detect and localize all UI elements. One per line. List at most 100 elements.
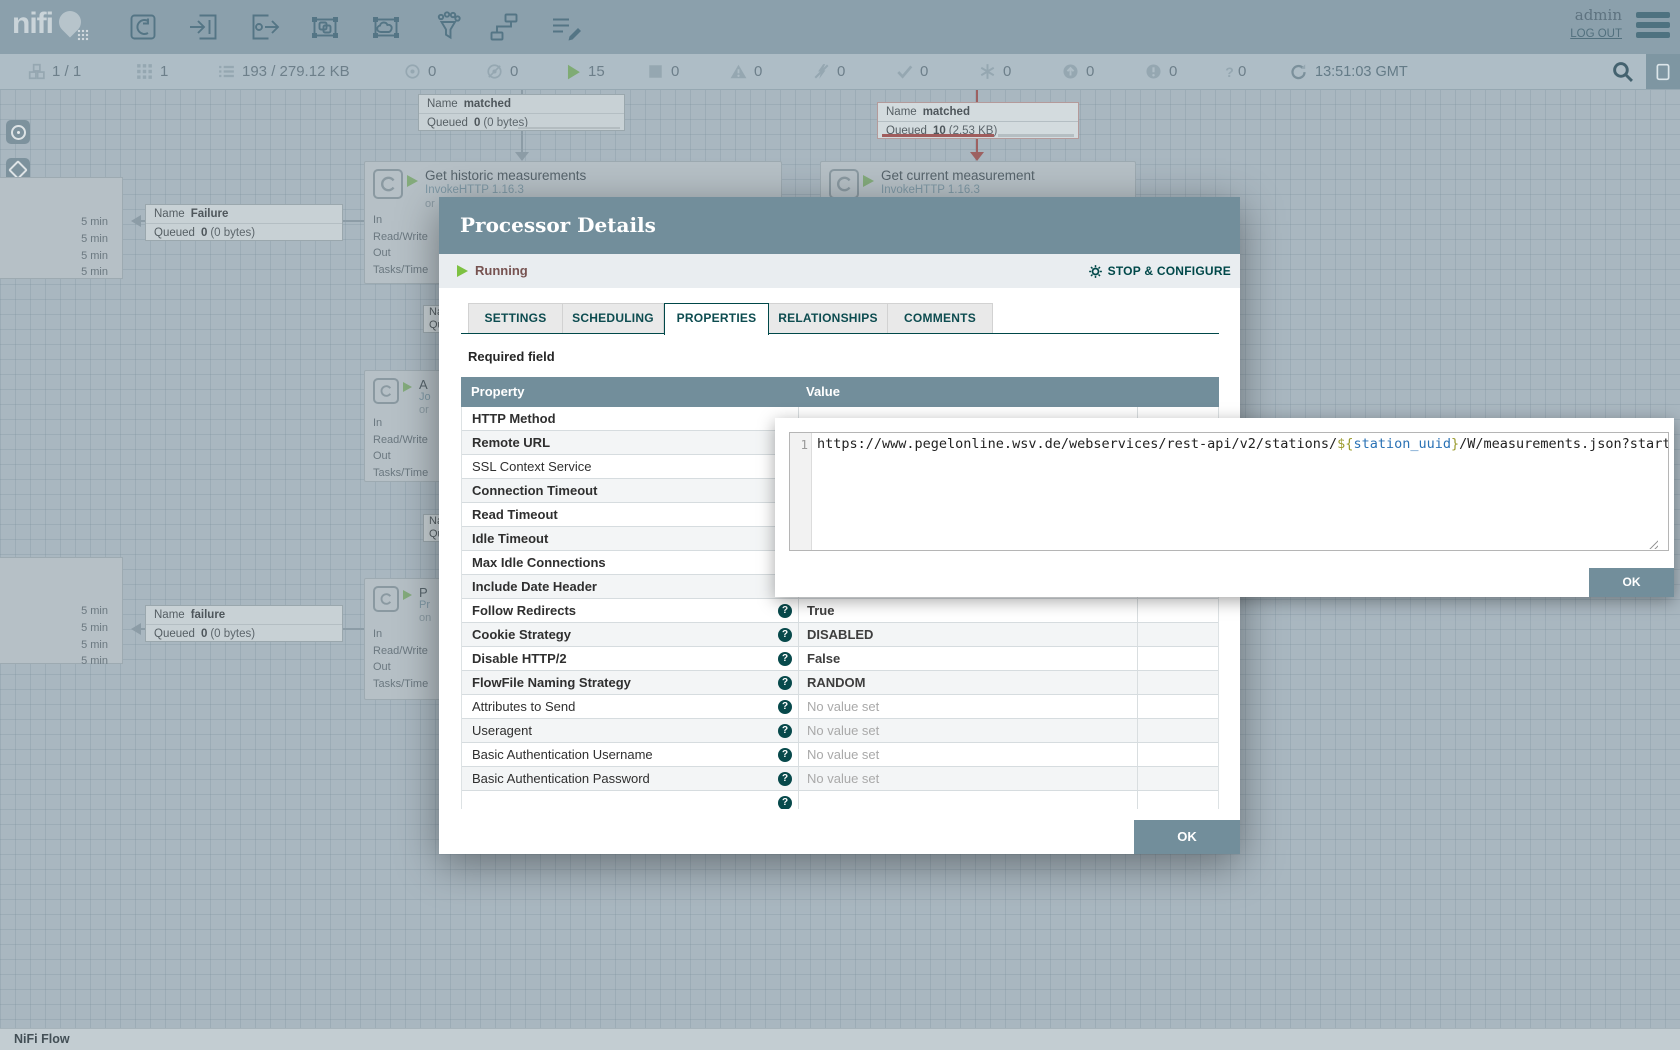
tab-comments[interactable]: COMMENTS: [888, 303, 993, 334]
funnel-icon[interactable]: [430, 9, 466, 45]
stat-count: 0: [428, 63, 436, 80]
last-refresh-time: 13:51:03 GMT: [1315, 64, 1408, 80]
help-icon[interactable]: ?: [778, 700, 792, 714]
queued-field-label: Queued: [154, 227, 195, 239]
processor-bundle: on: [419, 612, 431, 624]
remote-process-group-icon[interactable]: [368, 9, 404, 45]
queued-size: (0 bytes): [210, 628, 255, 640]
name-field-label: Name: [154, 208, 185, 220]
property-name: Idle Timeout: [462, 527, 799, 550]
dialog-status-row: Running STOP & CONFIGURE: [439, 254, 1240, 288]
search-icon[interactable]: [1612, 61, 1636, 85]
connection-name: Failure: [191, 208, 229, 220]
target-icon: [11, 125, 26, 140]
queued-icon: [218, 63, 235, 80]
status-stat-queued: 193 / 279.12 KB: [218, 54, 350, 89]
cluster-grid-icon: [136, 63, 153, 80]
property-name: ?: [462, 791, 799, 809]
row-spacer: [1138, 767, 1218, 790]
connection-label-failure[interactable]: NameFailure Queued0(0 bytes): [145, 204, 343, 241]
help-icon[interactable]: ?: [778, 796, 792, 810]
stale-icon: [1062, 63, 1079, 80]
help-icon[interactable]: ?: [778, 748, 792, 762]
processor-stats: In Read/Write Out Tasks/Time: [373, 212, 428, 278]
property-value: No value set: [799, 719, 1138, 742]
property-name: Cookie Strategy?: [462, 623, 799, 646]
dialog-title: Processor Details: [439, 197, 1240, 254]
stat-window: 5 min: [81, 248, 108, 265]
status-stat-sync-failure: ?0: [1221, 54, 1246, 89]
processor-offscreen-left-top[interactable]: 5 min 5 min 5 min 5 min: [0, 177, 123, 279]
queue-percent-bar: [518, 127, 621, 130]
bulletin-indicator-icon[interactable]: [6, 120, 30, 144]
process-group-icon[interactable]: [307, 9, 343, 45]
tab-settings[interactable]: SETTINGS: [468, 303, 563, 334]
connection-label-matched[interactable]: Namematched Queued0(0 bytes): [418, 94, 625, 131]
remote-url-value[interactable]: https://www.pegelonline.wsv.de/webservic…: [812, 433, 1668, 550]
property-value: [799, 791, 1138, 809]
help-icon[interactable]: ?: [778, 772, 792, 786]
help-icon[interactable]: ?: [778, 652, 792, 666]
status-stat-not-transmitting: 0: [486, 54, 518, 89]
status-stat-locally-modified-stale: 0: [1145, 54, 1177, 89]
el-variable: station_uuid: [1353, 436, 1451, 452]
stat-out-label: Out: [373, 245, 428, 262]
help-icon[interactable]: ?: [778, 676, 792, 690]
processor-run-status: Running: [475, 254, 528, 288]
property-row-attributes-to-send: Attributes to Send?No value set: [462, 695, 1218, 719]
connection-label-failure-lower[interactable]: Namefailure Queued0(0 bytes): [145, 605, 343, 642]
property-name: Max Idle Connections: [462, 551, 799, 574]
stop-and-configure-button[interactable]: STOP & CONFIGURE: [1088, 254, 1231, 288]
tab-properties[interactable]: PROPERTIES: [664, 303, 769, 335]
property-value: False: [799, 647, 1138, 670]
processor-offscreen-left-bottom[interactable]: 5 min 5 min 5 min 5 min: [0, 557, 123, 664]
status-bar: 1 / 11193 / 279.12 KB00150000000?013:51:…: [0, 54, 1680, 90]
stat-count: 0: [754, 63, 762, 80]
logout-link[interactable]: LOG OUT: [1570, 28, 1622, 40]
queued-count: 0: [201, 227, 207, 239]
tab-scheduling[interactable]: SCHEDULING: [563, 303, 664, 334]
property-name: Follow Redirects?: [462, 599, 799, 622]
queued-field-label: Queued: [427, 117, 468, 129]
connection-arrow-icon: [515, 152, 529, 161]
status-stat-up-to-date: 0: [896, 54, 928, 89]
row-spacer: [1138, 671, 1218, 694]
up-to-date-icon: [896, 63, 913, 80]
label-icon[interactable]: [548, 9, 584, 45]
help-icon[interactable]: ?: [778, 604, 792, 618]
stat-count: 0: [920, 63, 928, 80]
running-icon: [564, 63, 581, 80]
tab-relationships[interactable]: RELATIONSHIPS: [769, 303, 888, 334]
property-name: Remote URL: [462, 431, 799, 454]
status-stat-locally-modified: 0: [979, 54, 1011, 89]
stat-taskstime-label: Tasks/Time: [373, 262, 428, 279]
invalid-icon: [730, 63, 747, 80]
help-icon[interactable]: ?: [778, 724, 792, 738]
help-icon[interactable]: ?: [778, 628, 792, 642]
running-status-icon: [403, 590, 412, 600]
global-menu-icon[interactable]: [1636, 12, 1670, 42]
input-port-icon[interactable]: [186, 9, 222, 45]
stat-count: 15: [588, 63, 605, 80]
refresh-button[interactable]: 13:51:03 GMT: [1290, 54, 1408, 89]
template-icon[interactable]: [486, 9, 522, 45]
value-editor-textarea[interactable]: 1 https://www.pegelonline.wsv.de/webserv…: [789, 432, 1669, 551]
connection-label-matched-queued[interactable]: Namematched Queued10(2.53 KB): [877, 102, 1079, 139]
property-value: True: [799, 599, 1138, 622]
stat-window: 5 min: [81, 653, 108, 670]
property-row-useragent: Useragent?No value set: [462, 719, 1218, 743]
stat-window: 5 min: [81, 231, 108, 248]
editor-ok-button[interactable]: OK: [1589, 568, 1674, 597]
stat-window: 5 min: [81, 620, 108, 637]
queue-percent-bar: [998, 134, 1074, 137]
dialog-tabs: SETTINGSSCHEDULINGPROPERTIESRELATIONSHIP…: [468, 303, 993, 334]
processor-type: InvokeHTTP 1.16.3: [881, 184, 980, 196]
processor-bundle: or: [425, 198, 435, 210]
dialog-ok-button[interactable]: OK: [1134, 820, 1240, 854]
birdseye-panel-button[interactable]: [1646, 54, 1680, 89]
breadcrumb[interactable]: NiFi Flow: [0, 1029, 70, 1050]
processor-icon[interactable]: [125, 9, 161, 45]
output-port-icon[interactable]: [247, 9, 283, 45]
property-name: HTTP Method: [462, 407, 799, 430]
connection-name: matched: [923, 106, 970, 118]
